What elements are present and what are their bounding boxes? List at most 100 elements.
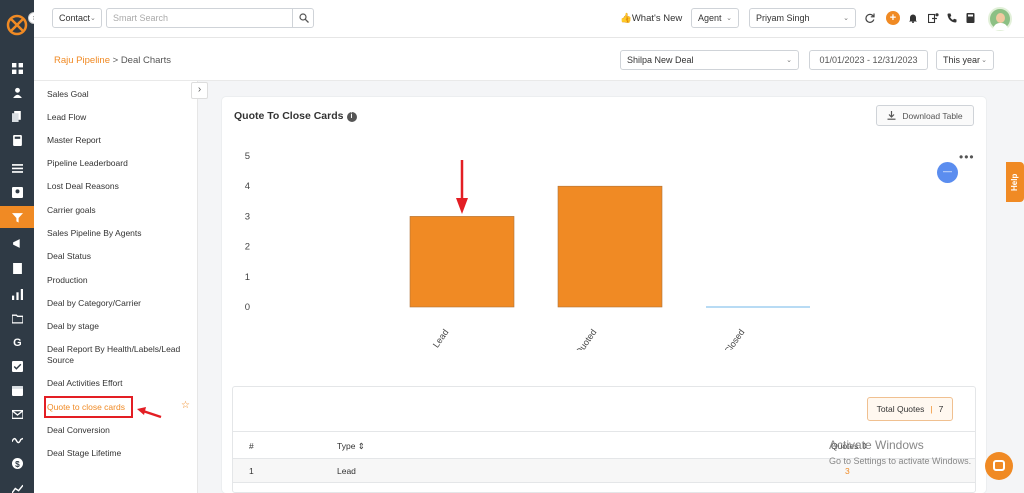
y-tick-label: 0 <box>245 302 250 313</box>
sidebar-item-deal-conversion[interactable]: Deal Conversion <box>47 425 192 436</box>
info-icon[interactable]: i <box>346 112 357 122</box>
column-header-type[interactable]: Type ⇕ <box>337 441 365 452</box>
breadcrumb-current-page: Deal Charts <box>120 55 171 66</box>
left-nav-rail: › G $ <box>0 0 40 493</box>
sidebar-item-sales-goal[interactable]: Sales Goal <box>47 89 192 100</box>
chevron-down-icon: ⌄ <box>981 57 987 64</box>
module-select[interactable]: Contact ⌄ <box>52 8 102 28</box>
contact-card-icon[interactable] <box>0 181 34 203</box>
sidebar-item-deal-stage-lifetime[interactable]: Deal Stage Lifetime <box>47 448 192 459</box>
bar-quoted[interactable] <box>557 185 663 308</box>
period-select[interactable]: This year ⌄ <box>936 50 994 70</box>
column-header-index: # <box>249 441 254 451</box>
google-icon[interactable]: G <box>0 330 34 352</box>
row-index-cell: 1 <box>249 466 254 476</box>
x-tick-label: Quoted <box>573 327 598 350</box>
documents-icon[interactable] <box>0 105 34 127</box>
sidebar-item-deal-by-stage[interactable]: Deal by stage <box>47 321 192 332</box>
y-tick-label: 3 <box>245 211 250 222</box>
sidebar-item-deal-status[interactable]: Deal Status <box>47 251 192 262</box>
smart-search-input[interactable]: Smart Search <box>106 8 314 28</box>
app-logo-icon[interactable] <box>6 14 28 36</box>
user-avatar[interactable] <box>988 7 1012 31</box>
breadcrumb-separator: > <box>109 55 121 66</box>
top-bar: Contact ⌄ Smart Search 👍What's New Agent… <box>34 0 1024 38</box>
pipeline-funnel-icon[interactable] <box>0 206 34 228</box>
notifications-bell-icon[interactable] <box>907 12 919 24</box>
folder-icon[interactable] <box>0 307 34 329</box>
role-select-value: Agent <box>698 13 722 23</box>
total-quotes-label: Total Quotes <box>876 404 925 414</box>
breadcrumb-pipeline-link[interactable]: Raju Pipeline <box>54 55 110 66</box>
calendar-icon[interactable] <box>0 379 34 401</box>
chart-list-sidebar: Sales Goal Lead Flow Master Report Pipel… <box>34 81 198 493</box>
user-select-value: Priyam Singh <box>756 13 810 23</box>
sidebar-item-sales-pipeline-by-agents[interactable]: Sales Pipeline By Agents <box>47 228 192 239</box>
row-type-cell: Lead <box>337 466 356 476</box>
mail-icon[interactable] <box>0 403 34 425</box>
annotation-arrow-left-icon <box>137 407 162 419</box>
breadcrumb: Raju Pipeline > Deal Charts <box>54 55 171 66</box>
chart-menu-more-icon[interactable]: ••• <box>959 150 975 164</box>
help-tab[interactable]: Help <box>1006 162 1024 202</box>
signature-icon[interactable] <box>0 428 34 450</box>
chevron-down-icon: ⌄ <box>90 15 96 22</box>
windows-activation-watermark: Activate Windows <box>829 438 924 452</box>
y-tick-label: 1 <box>245 272 250 283</box>
notes-icon[interactable] <box>0 257 34 279</box>
analytics-trend-icon[interactable] <box>0 477 34 493</box>
date-range-picker[interactable]: 01/01/2023 - 12/31/2023 <box>809 50 928 70</box>
dashboard-icon[interactable] <box>0 57 34 79</box>
sidebar-item-carrier-goals[interactable]: Carrier goals <box>47 205 192 216</box>
sidebar-item-production[interactable]: Production <box>47 275 192 286</box>
bar-lead[interactable] <box>409 216 515 308</box>
sidebar-item-deal-by-category-carrier[interactable]: Deal by Category/Carrier <box>47 298 192 309</box>
download-icon <box>887 111 896 120</box>
avatar-body <box>993 23 1008 30</box>
sidebar-item-lead-flow[interactable]: Lead Flow <box>47 112 192 123</box>
reports-chart-icon[interactable] <box>0 283 34 305</box>
total-quotes-value: 7 <box>938 404 944 414</box>
sidebar-item-lost-deal-reasons[interactable]: Lost Deal Reasons <box>47 181 192 192</box>
sidebar-item-deal-report-by-health[interactable]: Deal Report By Health/Labels/Lead Source <box>47 344 192 366</box>
svg-text:G: G <box>13 336 22 346</box>
deal-select[interactable]: Shilpa New Deal ⌄ <box>620 50 799 70</box>
svg-text:$: $ <box>15 459 20 468</box>
search-icon[interactable] <box>292 8 314 28</box>
windows-activation-hint: Go to Settings to activate Windows. <box>829 456 972 466</box>
tasks-icon[interactable] <box>0 355 34 377</box>
chat-glyph <box>993 460 1005 471</box>
user-select[interactable]: Priyam Singh ⌄ <box>749 8 856 28</box>
role-select[interactable]: Agent ⌄ <box>691 8 739 28</box>
download-table-button[interactable]: Download Table <box>876 105 974 126</box>
blue-bubble-icon[interactable]: — <box>937 162 958 183</box>
y-tick-label: 2 <box>245 242 250 253</box>
y-tick-label: 4 <box>245 181 250 192</box>
total-quotes-separator: | <box>930 404 933 414</box>
calculator-icon[interactable] <box>964 12 976 24</box>
row-quotes-cell: 3 <box>845 466 850 476</box>
x-tick-label: Closed <box>722 327 746 350</box>
logout-badge-icon[interactable] <box>927 12 939 24</box>
card-title: Quote To Close Cards i <box>234 110 357 122</box>
sidebar-item-deal-activities-effort[interactable]: Deal Activities Effort <box>47 378 192 389</box>
whats-new-link[interactable]: 👍What's New <box>620 13 682 24</box>
sidebar-item-master-report[interactable]: Master Report <box>47 135 192 146</box>
x-tick-label: Lead <box>431 327 451 349</box>
refresh-icon[interactable] <box>864 12 876 24</box>
collapse-sidebar-chevron-icon[interactable]: › <box>191 82 208 99</box>
campaign-megaphone-icon[interactable] <box>0 232 34 254</box>
list-icon[interactable] <box>0 157 34 179</box>
billing-dollar-icon[interactable]: $ <box>0 452 34 474</box>
chevron-down-icon: ⌄ <box>786 57 792 64</box>
phone-icon[interactable] <box>946 12 958 24</box>
favorite-star-icon[interactable]: ☆ <box>181 400 190 411</box>
contacts-icon[interactable] <box>0 81 34 103</box>
deal-select-value: Shilpa New Deal <box>627 55 694 65</box>
sidebar-item-pipeline-leaderboard[interactable]: Pipeline Leaderboard <box>47 158 192 169</box>
download-table-label: Download Table <box>902 110 963 121</box>
calculator-icon[interactable] <box>0 129 34 151</box>
period-select-value: This year <box>943 55 981 65</box>
chat-bubble-icon[interactable] <box>985 452 1013 480</box>
add-new-icon[interactable]: + <box>886 11 900 25</box>
